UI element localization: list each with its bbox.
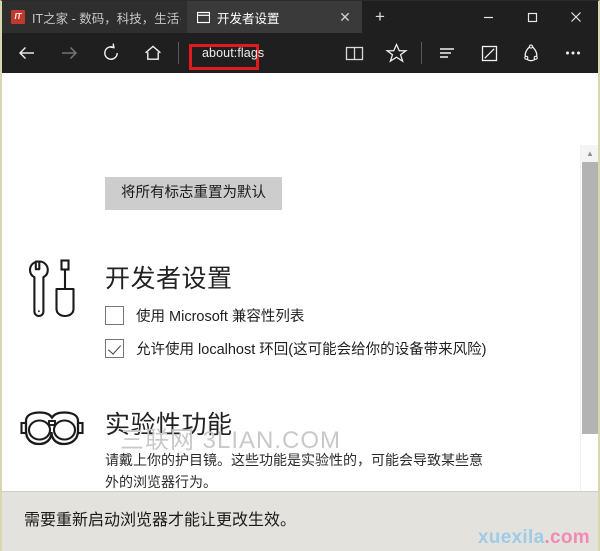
window-icon [196, 10, 210, 24]
window-controls [466, 1, 598, 33]
back-arrow-icon[interactable] [6, 33, 48, 73]
tab-bar: IT IT之家 - 数码，科技，生活· 开发者设置 ✕ + [2, 1, 598, 33]
checkbox-compat-list[interactable] [105, 306, 124, 325]
page-scrollbar[interactable]: ▲ [580, 145, 598, 492]
toolbar-divider-2 [421, 42, 422, 64]
experimental-description: 请戴上你的护目镜。这些功能是实验性的，可能会导致某些意外的浏览器行为。 [105, 450, 495, 492]
tab-close-button[interactable]: ✕ [334, 10, 356, 24]
more-ellipsis-icon[interactable] [552, 33, 594, 73]
navigation-toolbar: about:flags [2, 33, 598, 73]
tab-developer-settings[interactable]: 开发者设置 ✕ [187, 1, 362, 33]
tab-title: 开发者设置 [217, 8, 327, 27]
close-icon[interactable] [554, 1, 598, 33]
scrollbar-up-arrow[interactable]: ▲ [581, 145, 598, 162]
home-icon[interactable] [132, 33, 174, 73]
checkbox-row-compat-list[interactable]: 使用 Microsoft 兼容性列表 [105, 305, 304, 326]
tab-title: IT之家 - 数码，科技，生活· [32, 8, 181, 27]
flags-page: 将所有标志重置为默认 开发者设置 使用 Microsoft 兼容性列表 允许使用 [2, 73, 580, 492]
section-title-experimental-features: 实验性功能 [105, 405, 233, 441]
address-bar[interactable]: about:flags [189, 43, 273, 63]
checkbox-row-localhost-loopback[interactable]: 允许使用 localhost 环回(这可能会给你的设备带来风险) [105, 338, 486, 359]
checkbox-label: 使用 Microsoft 兼容性列表 [136, 305, 304, 326]
goggles-icon [16, 409, 88, 458]
maximize-icon[interactable] [510, 1, 554, 33]
refresh-icon[interactable] [90, 33, 132, 73]
status-bar: 需要重新启动浏览器才能让更改生效。 xuexila.com [2, 491, 598, 551]
watermark-suffix: .com [544, 527, 590, 548]
status-message: 需要重新启动浏览器才能让更改生效。 [24, 506, 296, 530]
star-icon[interactable] [375, 33, 417, 73]
watermark-xuexila: xuexila.com [478, 527, 590, 549]
forward-arrow-icon [48, 33, 90, 73]
address-input[interactable]: about:flags [198, 46, 264, 60]
it-favicon: IT [11, 10, 25, 24]
section-title-developer-settings: 开发者设置 [105, 259, 233, 295]
checkbox-localhost-loopback[interactable] [105, 339, 124, 358]
new-tab-button[interactable]: + [362, 1, 398, 33]
tab-it-home[interactable]: IT IT之家 - 数码，科技，生活· [2, 1, 187, 33]
reset-all-flags-button[interactable]: 将所有标志重置为默认 [105, 177, 282, 210]
wrench-screwdriver-icon [24, 257, 82, 324]
watermark-primary: xuexila [478, 527, 545, 548]
toolbar-right-group [333, 33, 594, 73]
pencil-square-icon[interactable] [468, 33, 510, 73]
share-icon[interactable] [510, 33, 552, 73]
checkbox-label: 允许使用 localhost 环回(这可能会给你的设备带来风险) [136, 338, 486, 359]
minimize-icon[interactable] [466, 1, 510, 33]
page-content: 将所有标志重置为默认 开发者设置 使用 Microsoft 兼容性列表 允许使用 [2, 73, 598, 492]
browser-window: IT IT之家 - 数码，科技，生活· 开发者设置 ✕ + [0, 0, 600, 551]
toolbar-divider [178, 42, 179, 64]
book-icon[interactable] [333, 33, 375, 73]
scrollbar-thumb[interactable] [582, 162, 598, 434]
hub-lines-icon[interactable] [426, 33, 468, 73]
